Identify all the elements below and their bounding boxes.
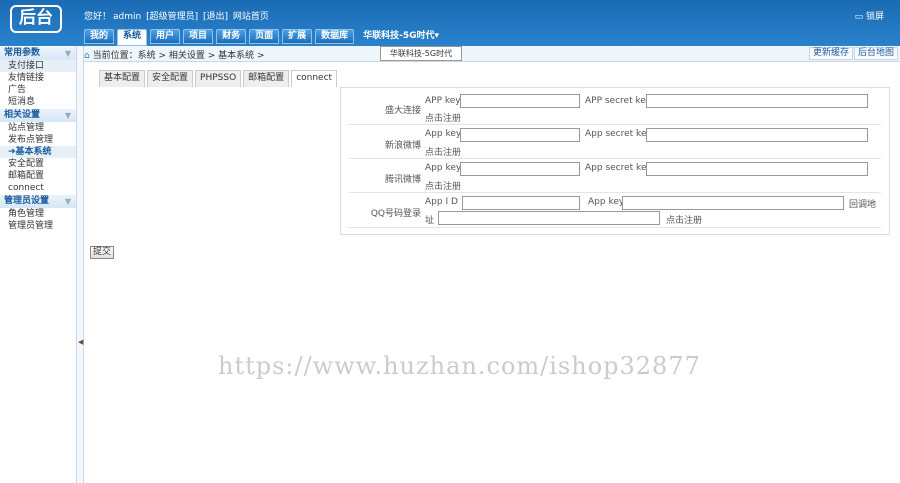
main-nav: 我的 系统 用户 项目 财务 页面 扩展 数据库 华联科技-5G时代▾	[84, 29, 439, 46]
qq-app-id-input[interactable]	[462, 196, 580, 210]
welcome-bar: 您好！ admin [超级管理员] [退出] 网站首页	[84, 9, 271, 22]
sina-app-key-input[interactable]	[460, 128, 580, 142]
qq-app-key-input[interactable]	[622, 196, 844, 210]
watermark: https://www.huzhan.com/ishop32877	[218, 352, 701, 380]
lockscreen-label: 锁屏	[865, 12, 884, 22]
qqweibo-app-key-input[interactable]	[460, 162, 580, 176]
nav-tab-mine[interactable]: 我的	[84, 29, 115, 44]
nav-tab-extend[interactable]: 扩展	[282, 29, 313, 44]
app-secret-label: APP secret key	[585, 96, 652, 106]
sidebar-group-common[interactable]: 常用参数 ▼	[0, 47, 76, 60]
snda-app-key-input[interactable]	[460, 94, 580, 108]
app-key-label: APP key	[425, 96, 461, 106]
sidebar-item-messages[interactable]: 短消息	[0, 96, 76, 108]
callback-label: 回调地址	[849, 200, 877, 210]
form-row-snda: 盛大连接 APP key APP secret key 点击注册	[349, 88, 881, 125]
username: admin	[113, 12, 142, 22]
sidebar-group-title: 常用参数	[4, 48, 41, 58]
sina-app-secret-input[interactable]	[646, 128, 868, 142]
logo: 后台	[10, 5, 62, 33]
sidebar-item-sites[interactable]: 站点管理	[0, 122, 76, 134]
row-label: 新浪微博	[384, 141, 421, 151]
nav-tab-user[interactable]: 用户	[150, 29, 181, 44]
tab-mail[interactable]: 邮箱配置	[243, 70, 290, 87]
tab-phpsso[interactable]: PHPSSO	[195, 70, 242, 87]
row-label: 盛大连接	[384, 106, 421, 116]
sidebar-item-ads[interactable]: 广告	[0, 84, 76, 96]
site-map-button[interactable]: 后台地图	[854, 47, 899, 60]
row-label: 腾讯微博	[384, 175, 421, 185]
nav-tab-finance[interactable]: 财务	[216, 29, 247, 44]
chevron-down-icon: ▼	[64, 111, 71, 120]
logout-link[interactable]: [退出]	[203, 12, 228, 22]
tab-connect[interactable]: connect	[291, 70, 338, 87]
breadcrumb-text: 当前位置：系统 > 相关设置 > 基本系统 >	[92, 51, 265, 61]
chevron-down-icon: ▼	[64, 49, 71, 58]
snda-app-secret-input[interactable]	[646, 94, 868, 108]
row-label: QQ号码登录	[370, 209, 421, 219]
sidebar-item-security[interactable]: 安全配置	[0, 158, 76, 170]
app-id-label: App I D	[425, 197, 458, 207]
home-icon[interactable]: ⌂	[84, 51, 90, 61]
callback-label-wrap: 址	[425, 216, 435, 226]
chevron-down-icon: ▼	[64, 197, 71, 206]
config-tabs: 基本配置 安全配置 PHPSSO 邮箱配置 connect	[99, 70, 339, 87]
sidebar-collapse-handle[interactable]: ◀	[77, 46, 84, 483]
app-key-label: App key	[588, 197, 625, 207]
sidebar-item-links[interactable]: 友情链接	[0, 72, 76, 84]
sidebar-group-title: 管理员设置	[4, 196, 50, 206]
nav-tab-page[interactable]: 页面	[249, 29, 280, 44]
collapse-arrow-icon: ◀	[78, 338, 84, 346]
sidebar-item-connect[interactable]: connect	[0, 182, 76, 194]
tab-basic[interactable]: 基本配置	[99, 70, 146, 87]
app-secret-label: App secret key	[585, 163, 652, 173]
sidebar-item-basic-system[interactable]: ➜基本系统	[0, 146, 76, 158]
sidebar-item-mail[interactable]: 邮箱配置	[0, 170, 76, 182]
form-row-qq-weibo: 腾讯微博 App key App secret key 点击注册	[349, 159, 881, 193]
connect-form: 盛大连接 APP key APP secret key 点击注册 新浪微博 Ap…	[340, 87, 890, 235]
site-home-link[interactable]: 网站首页	[233, 12, 269, 22]
tab-security[interactable]: 安全配置	[147, 70, 194, 87]
form-row-qq-login: QQ号码登录 App I D App key 回调地址 址 点击注册	[349, 193, 881, 228]
update-cache-button[interactable]: 更新缓存	[809, 47, 854, 60]
top-header: 后台 您好！ admin [超级管理员] [退出] 网站首页 ▭ 锁屏 我的 系统…	[0, 0, 900, 46]
nav-tab-system[interactable]: 系统	[117, 29, 148, 46]
breadcrumb-bar: ⌂ 当前位置：系统 > 相关设置 > 基本系统 > 更新缓存 后台地图	[84, 46, 900, 62]
welcome-prefix: 您好！	[84, 12, 112, 22]
register-link[interactable]: 点击注册	[425, 111, 461, 124]
breadcrumb: ⌂ 当前位置：系统 > 相关设置 > 基本系统 >	[84, 48, 265, 61]
qq-callback-input[interactable]	[438, 211, 660, 225]
submit-button[interactable]: 提交	[90, 246, 115, 259]
sidebar-group-settings[interactable]: 相关设置 ▼	[0, 109, 76, 122]
nav-tab-project[interactable]: 项目	[183, 29, 214, 44]
site-switch-dropdown[interactable]: 华联科技-5G时代▾	[363, 29, 439, 46]
screen-lock-icon: ▭	[854, 12, 864, 22]
register-link[interactable]: 点击注册	[425, 179, 461, 192]
sidebar-group-admin[interactable]: 管理员设置 ▼	[0, 195, 76, 208]
user-role: [超级管理员]	[146, 12, 199, 22]
sidebar: 常用参数 ▼ 支付接口 友情链接 广告 短消息 相关设置 ▼ 站点管理 发布点管理 …	[0, 46, 77, 483]
qqweibo-app-secret-input[interactable]	[646, 162, 868, 176]
app-key-label: App key	[425, 163, 462, 173]
register-link[interactable]: 点击注册	[425, 145, 461, 158]
app-key-label: App key	[425, 129, 462, 139]
sidebar-item-roles[interactable]: 角色管理	[0, 208, 76, 220]
app-secret-label: App secret key	[585, 129, 652, 139]
sidebar-item-admins[interactable]: 管理员管理	[0, 220, 76, 232]
register-link[interactable]: 点击注册	[666, 213, 702, 226]
sidebar-item-publish-points[interactable]: 发布点管理	[0, 134, 76, 146]
sidebar-group-title: 相关设置	[4, 110, 41, 120]
arrow-right-icon: ➜	[8, 147, 16, 157]
sidebar-item-payment[interactable]: 支付接口	[0, 60, 76, 72]
lockscreen-button[interactable]: ▭ 锁屏	[855, 9, 884, 22]
sidebar-item-label: 基本系统	[15, 147, 52, 157]
form-row-sina: 新浪微博 App key App secret key 点击注册	[349, 125, 881, 159]
site-popup-option[interactable]: 华联科技-5G时代	[380, 46, 462, 61]
nav-tab-database[interactable]: 数据库	[315, 29, 355, 44]
